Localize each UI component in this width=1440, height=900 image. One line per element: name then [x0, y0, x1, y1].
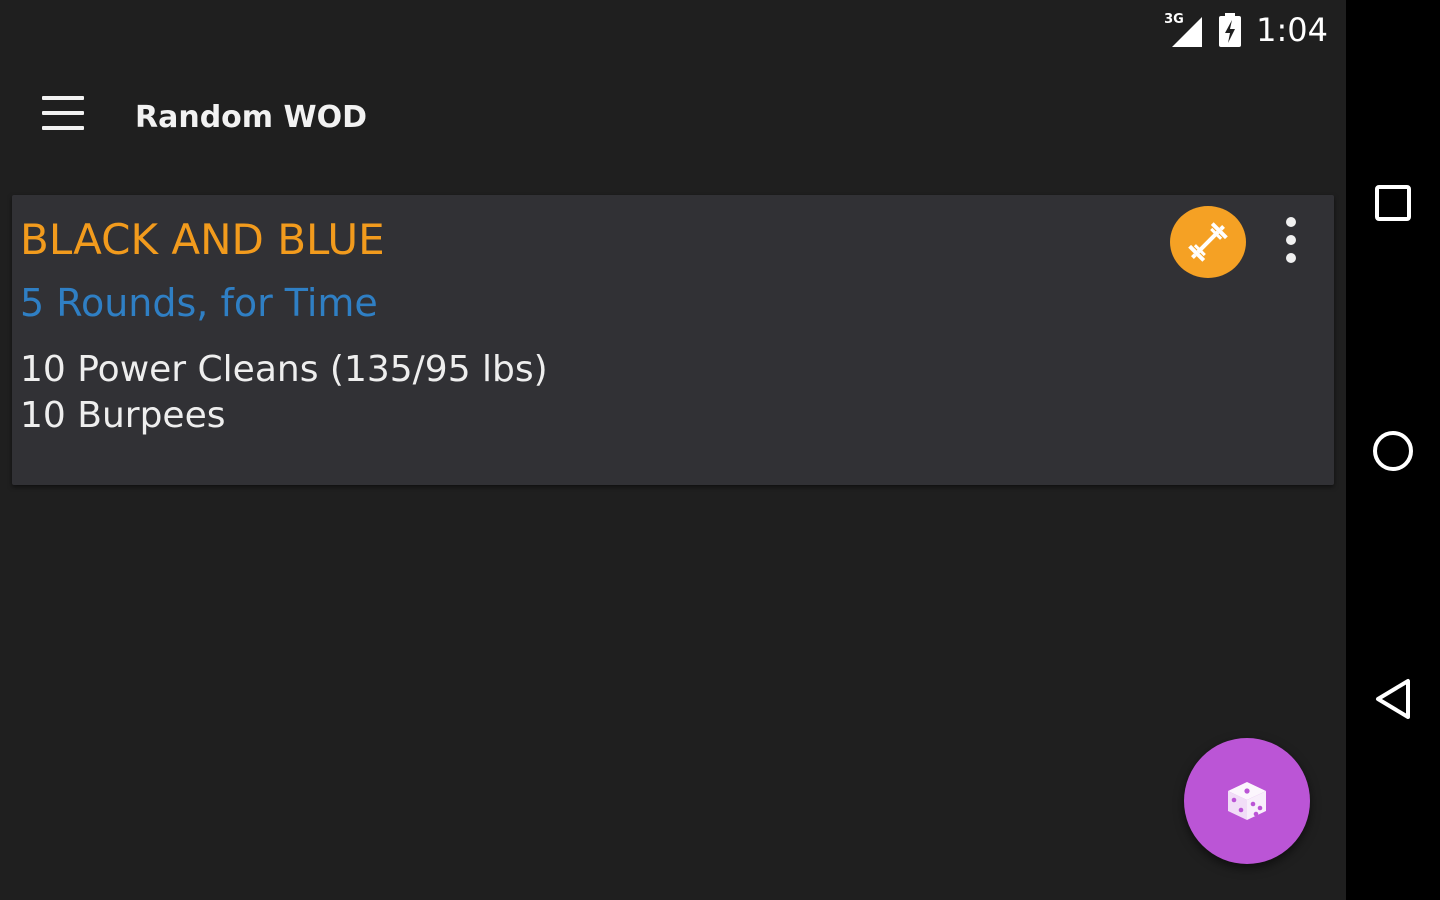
status-time: 1:04 — [1256, 11, 1328, 49]
dice-icon — [1228, 782, 1266, 820]
status-bar: 3G 1:04 — [0, 0, 1346, 60]
workout-scheme: 5 Rounds, for Time — [20, 281, 378, 325]
toolbar: Random WOD — [0, 60, 1346, 184]
barbell-icon — [1188, 222, 1228, 262]
recents-icon[interactable] — [1368, 178, 1418, 228]
network-type: 3G — [1164, 12, 1184, 27]
signal-icon: 3G — [1164, 13, 1204, 47]
hamburger-menu-icon[interactable] — [40, 94, 86, 134]
workout-card[interactable]: BLACK AND BLUE 5 Rounds, for Time 10 Pow… — [12, 195, 1334, 485]
movement-line: 10 Power Cleans (135/95 lbs) — [20, 349, 548, 390]
workout-name: BLACK AND BLUE — [20, 215, 385, 264]
battery-icon — [1218, 12, 1242, 48]
status-icons: 3G 1:04 — [1164, 8, 1328, 52]
toolbar-title: Random WOD — [135, 100, 367, 135]
app-screen: 3G 1:04 Random WOD BLACK AND BLUE 5 Roun… — [0, 0, 1346, 900]
more-vert-icon[interactable] — [1274, 215, 1308, 267]
movement-line: 10 Burpees — [20, 395, 226, 436]
barbell-badge[interactable] — [1170, 206, 1246, 278]
workout-movements: 10 Power Cleans (135/95 lbs) 10 Burpees — [20, 347, 548, 439]
randomize-fab[interactable] — [1184, 738, 1310, 864]
back-icon[interactable] — [1368, 674, 1418, 724]
home-icon[interactable] — [1368, 426, 1418, 476]
system-nav-bar — [1346, 0, 1440, 900]
